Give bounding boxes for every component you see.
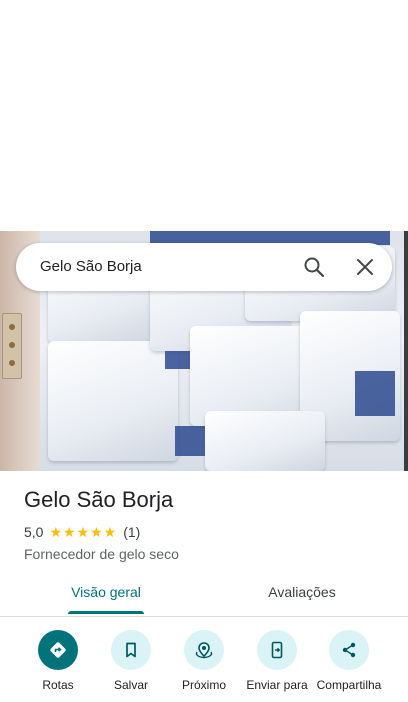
rating-value: 5,0 <box>24 524 44 540</box>
tab-reviews[interactable]: Avaliações <box>242 572 362 614</box>
directions-button[interactable]: Rotas <box>18 630 98 692</box>
save-button[interactable]: Salvar <box>91 630 171 692</box>
search-bar[interactable]: Gelo São Borja <box>16 243 392 291</box>
nearby-icon <box>184 630 224 670</box>
photo-scrollbar[interactable] <box>404 231 408 471</box>
place-info: Gelo São Borja 5,0 ★★★★★ (1) Fornecedor … <box>24 484 392 562</box>
share-button[interactable]: Compartilha <box>309 630 389 692</box>
review-count[interactable]: (1) <box>123 524 140 540</box>
map-blank-area <box>0 0 408 231</box>
photo-outlet <box>2 313 22 379</box>
tab-selected-indicator <box>68 611 144 614</box>
nearby-label: Próximo <box>181 678 226 692</box>
search-query[interactable]: Gelo São Borja <box>40 243 142 291</box>
tab-bar: Visão geral Avaliações <box>0 572 408 617</box>
directions-label: Rotas <box>42 678 74 692</box>
bookmark-icon <box>111 630 151 670</box>
star-rating-icon: ★★★★★ <box>49 523 118 540</box>
action-bar: Rotas Salvar Próximo Enviar para Compart… <box>0 630 408 702</box>
close-icon[interactable] <box>353 255 377 279</box>
tab-overview[interactable]: Visão geral <box>48 572 164 614</box>
search-icon[interactable] <box>302 255 326 279</box>
tab-overview-label: Visão geral <box>71 584 141 600</box>
share-icon <box>329 630 369 670</box>
directions-icon <box>38 630 78 670</box>
place-title: Gelo São Borja <box>24 487 174 512</box>
share-label: Compartilha <box>316 678 382 692</box>
send-to-phone-button[interactable]: Enviar para <box>237 630 317 692</box>
save-label: Salvar <box>113 678 148 692</box>
send-to-phone-icon <box>257 630 297 670</box>
nearby-button[interactable]: Próximo <box>164 630 244 692</box>
tab-reviews-label: Avaliações <box>268 584 336 600</box>
send-to-phone-label: Enviar para <box>246 678 308 692</box>
place-category: Fornecedor de gelo seco <box>24 546 179 562</box>
rating-row[interactable]: 5,0 ★★★★★ (1) <box>24 522 392 542</box>
